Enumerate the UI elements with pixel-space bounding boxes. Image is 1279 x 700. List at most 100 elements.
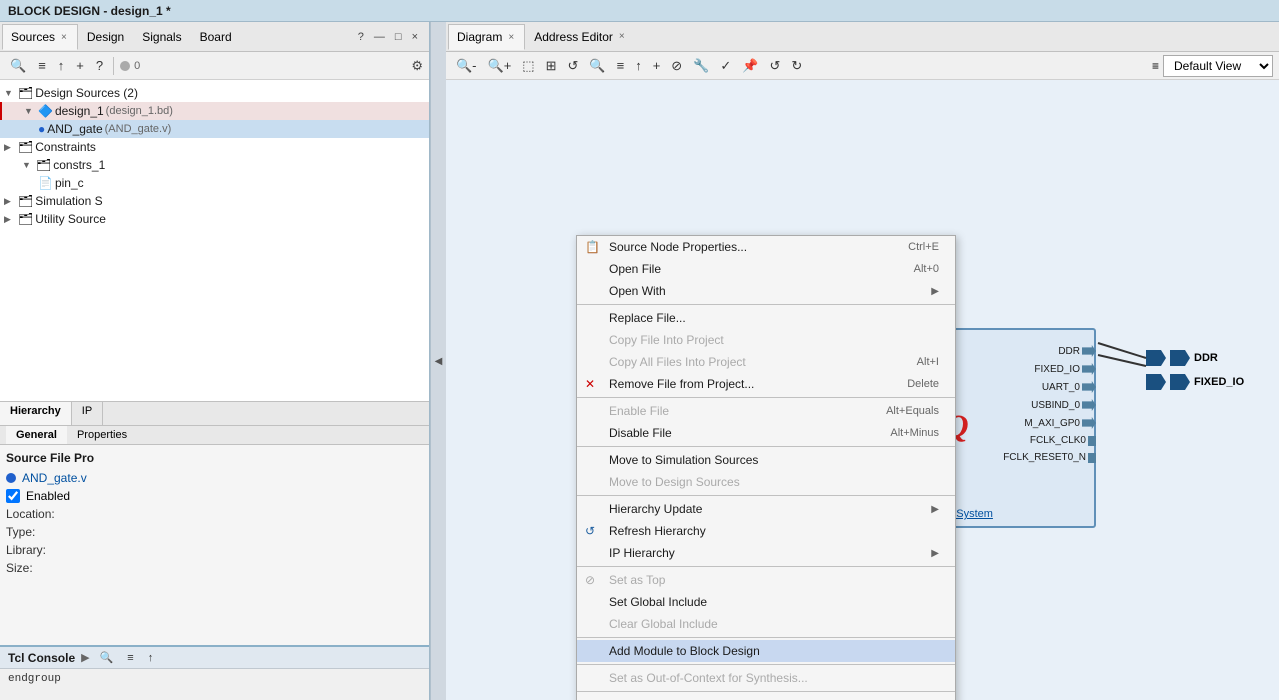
source-tree[interactable]: ▼ 🗂 Design Sources (2) ▼ 🔷 design_1 (des… — [0, 80, 429, 401]
menu-move-to-sim[interactable]: Move to Simulation Sources — [577, 449, 955, 471]
prop-location-row: Location: — [6, 507, 423, 521]
diagram-canvas[interactable]: processing_system7_0 DDR FIXED_IO UART_0 — [446, 80, 1279, 700]
zoom-area-button[interactable]: ⊞ — [542, 56, 561, 76]
help-icon[interactable]: ? — [355, 29, 367, 45]
panel-collapse-handle[interactable]: ◀ — [430, 22, 446, 700]
tree-design1[interactable]: ▼ 🔷 design_1 (design_1.bd) — [0, 102, 429, 120]
tab-general[interactable]: General — [6, 426, 67, 444]
enabled-checkbox[interactable] — [6, 489, 20, 503]
distribute-button[interactable]: ↑ — [631, 56, 646, 75]
prop-library-row: Library: — [6, 543, 423, 557]
tab-address-editor-close[interactable]: × — [617, 30, 627, 43]
ext-ddr-label: DDR — [1194, 352, 1218, 364]
menu-set-out-of-context-label: Set as Out-of-Context for Synthesis... — [609, 671, 808, 685]
refresh-button[interactable]: ↺ — [564, 56, 583, 76]
simsources-icon: 🗂 — [18, 194, 33, 208]
tree-constrs1[interactable]: ▼ 🗂 constrs_1 — [0, 156, 429, 174]
settings-gear-icon[interactable]: ⚙ — [411, 58, 423, 74]
maximize-icon[interactable]: □ — [392, 29, 405, 45]
tab-design[interactable]: Design — [78, 24, 133, 50]
validate-button[interactable]: ✓ — [716, 56, 735, 76]
tab-board[interactable]: Board — [191, 24, 241, 50]
menu-replace-file[interactable]: Replace File... — [577, 307, 955, 329]
utilitysources-icon: 🗂 — [18, 212, 33, 226]
port-fixedio-pin — [1082, 363, 1096, 375]
view-dropdown[interactable]: Default View — [1163, 55, 1273, 77]
tab-sources[interactable]: Sources × — [2, 24, 78, 50]
tree-arrow-constraints: ▶ — [4, 142, 16, 153]
context-menu: 📋 Source Node Properties... Ctrl+E Open … — [576, 235, 956, 700]
constraints-label: Constraints — [35, 140, 96, 154]
tree-constraints[interactable]: ▶ 🗂 Constraints — [0, 138, 429, 156]
menu-hierarchy-update[interactable]: Hierarchy Update ▶ — [577, 498, 955, 520]
status-count: 0 — [134, 60, 140, 72]
tree-andgate[interactable]: ● AND_gate (AND_gate.v) — [0, 120, 429, 138]
right-tabs-row: Diagram × Address Editor × — [446, 22, 1279, 52]
left-panel: Sources × Design Signals Board ? — □ × 🔍… — [0, 22, 430, 700]
tree-arrow-simsources: ▶ — [4, 196, 16, 207]
tab-sources-close[interactable]: × — [59, 31, 69, 44]
fit-button[interactable]: ⬚ — [518, 56, 538, 76]
menu-open-with[interactable]: Open With ▶ — [577, 280, 955, 302]
tab-address-editor[interactable]: Address Editor × — [525, 24, 636, 50]
tab-sources-label: Sources — [11, 30, 55, 44]
menu-set-library[interactable]: Set Library... Alt+L — [577, 694, 955, 700]
menu-remove-file[interactable]: ✕ Remove File from Project... Delete — [577, 373, 955, 395]
design-sources-folder-icon: 🗂 — [18, 86, 33, 100]
tcl-arrow-icon[interactable]: ▶ — [81, 651, 89, 664]
menu-source-node-properties[interactable]: 📋 Source Node Properties... Ctrl+E — [577, 236, 955, 258]
tab-design-label: Design — [87, 30, 124, 44]
tab-properties[interactable]: Properties — [67, 426, 137, 444]
close-left-panel-icon[interactable]: × — [409, 29, 421, 45]
find-button[interactable]: 🔍 — [585, 56, 609, 76]
redo-button[interactable]: ↻ — [787, 56, 806, 76]
zoom-in-button[interactable]: 🔍+ — [484, 56, 516, 76]
tcl-collapse-button[interactable]: ≡ — [123, 650, 137, 666]
info-button[interactable]: ? — [92, 56, 107, 75]
tcl-up-button[interactable]: ↑ — [144, 650, 158, 666]
menu-refresh-hierarchy-label: Refresh Hierarchy — [609, 524, 706, 538]
undo-button[interactable]: ↺ — [765, 56, 784, 76]
port-ddr-pin — [1082, 345, 1096, 357]
pin-button[interactable]: 📌 — [738, 56, 762, 76]
view-select: ≡ Default View — [1152, 55, 1273, 77]
menu-set-global-include[interactable]: Set Global Include — [577, 591, 955, 613]
toolbar-sep-1 — [113, 57, 114, 75]
expand-all-button[interactable]: ↑ — [54, 56, 69, 75]
add-ip-button[interactable]: + — [649, 56, 665, 75]
tcl-body: endgroup — [0, 669, 429, 689]
port-fclkclk0-label: FCLK_CLK0 — [1030, 435, 1086, 446]
menu-refresh-hierarchy[interactable]: ↺ Refresh Hierarchy — [577, 520, 955, 542]
zoom-out-button[interactable]: 🔍- — [452, 56, 481, 76]
tab-diagram[interactable]: Diagram × — [448, 24, 525, 50]
ext-connector-ddr: DDR — [1146, 350, 1244, 366]
menu-open-file[interactable]: Open File Alt+0 — [577, 258, 955, 280]
tree-pinc[interactable]: 📄 pin_c — [0, 174, 429, 192]
minimize-icon[interactable]: — — [371, 29, 388, 45]
collapse-all-button[interactable]: ≡ — [34, 56, 50, 75]
add-button[interactable]: + — [72, 56, 88, 75]
tree-design-sources[interactable]: ▼ 🗂 Design Sources (2) — [0, 84, 429, 102]
tools-button[interactable]: 🔧 — [689, 56, 713, 76]
tab-hierarchy[interactable]: Hierarchy — [0, 402, 72, 425]
menu-hierarchy-update-label: Hierarchy Update — [609, 502, 702, 516]
tcl-search-button[interactable]: 🔍 — [96, 649, 118, 666]
menu-ip-hierarchy[interactable]: IP Hierarchy ▶ — [577, 542, 955, 564]
tree-utilitysources[interactable]: ▶ 🗂 Utility Source — [0, 210, 429, 228]
tab-ip[interactable]: IP — [72, 402, 103, 425]
ext-fixedio-label: FIXED_IO — [1194, 376, 1244, 388]
run-button[interactable]: ⊘ — [667, 56, 686, 76]
align-button[interactable]: ≡ — [613, 56, 629, 75]
menu-add-module[interactable]: Add Module to Block Design — [577, 640, 955, 662]
tab-signals[interactable]: Signals — [133, 24, 190, 50]
constrs1-label: constrs_1 — [53, 158, 105, 172]
prop-filename-row: AND_gate.v — [6, 471, 423, 485]
location-label: Location: — [6, 507, 76, 521]
tab-diagram-close[interactable]: × — [506, 31, 516, 44]
tab-diagram-label: Diagram — [457, 30, 502, 44]
menu-enable-file-label: Enable File — [609, 404, 669, 418]
menu-disable-file[interactable]: Disable File Alt+Minus — [577, 422, 955, 444]
tree-simsources[interactable]: ▶ 🗂 Simulation S — [0, 192, 429, 210]
port-maxigp0-label: M_AXI_GP0 — [1024, 418, 1080, 429]
search-button[interactable]: 🔍 — [6, 56, 30, 76]
